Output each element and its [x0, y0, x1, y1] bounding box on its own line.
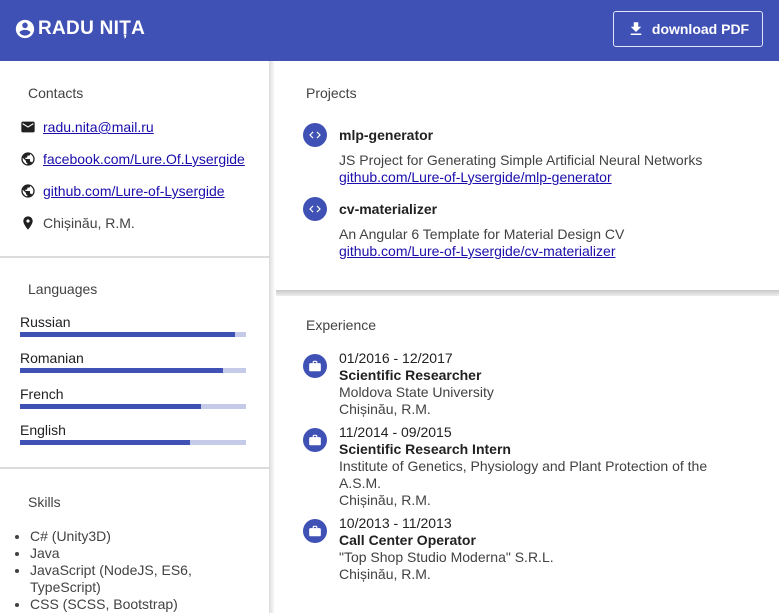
app-header: RADU NIȚA download PDF — [0, 0, 779, 61]
project-title: mlp-generator — [339, 127, 434, 143]
project-description: JS Project for Generating Simple Artific… — [339, 152, 703, 168]
brand: RADU NIȚA — [14, 18, 145, 40]
language-level-fill — [20, 404, 201, 409]
language-level-bar — [20, 404, 246, 409]
experience-org: Institute of Genetics, Physiology and Pl… — [339, 458, 708, 491]
project-title: cv-materializer — [339, 201, 438, 217]
language-item: English — [20, 422, 246, 445]
experience-org: "Top Shop Studio Moderna" S.R.L. — [339, 549, 554, 565]
page-title: RADU NIȚA — [38, 18, 146, 39]
skills-title: Skills — [28, 494, 61, 510]
experience-dates: 11/2014 - 09/2015 — [339, 424, 452, 440]
contact-github: github.com/Lure-of-Lysergide — [20, 183, 225, 199]
skill-item: CSS (SCSS, Bootstrap) — [30, 596, 240, 613]
skill-item: C# (Unity3D) — [30, 528, 240, 545]
briefcase-icon — [303, 428, 327, 452]
experience-dates: 01/2016 - 12/2017 — [339, 350, 453, 366]
divider — [0, 256, 270, 258]
language-name: English — [20, 422, 66, 438]
projects-title: Projects — [306, 85, 357, 101]
experience-item: 11/2014 - 09/2015 Scientific Research In… — [339, 424, 719, 509]
briefcase-icon — [303, 354, 327, 378]
language-item: Russian — [20, 314, 246, 337]
language-name: Romanian — [20, 350, 84, 366]
experience-title: Experience — [306, 317, 377, 333]
contact-email: radu.nita@mail.ru — [20, 119, 154, 135]
experience-role: Scientific Researcher — [339, 367, 482, 383]
github-link[interactable]: github.com/Lure-of-Lysergide — [43, 183, 225, 199]
language-item: French — [20, 386, 246, 409]
facebook-link[interactable]: facebook.com/Lure.Of.Lysergide — [43, 151, 245, 167]
account-circle-icon — [15, 19, 35, 39]
experience-location: Chișinău, R.M. — [339, 566, 431, 582]
contact-location: Chișinău, R.M. — [20, 215, 135, 231]
language-item: Romanian — [20, 350, 246, 373]
skills-list: C# (Unity3D) Java JavaScript (NodeJS, ES… — [30, 528, 240, 613]
code-icon — [303, 123, 327, 147]
download-pdf-button[interactable]: download PDF — [613, 11, 763, 47]
experience-org: Moldova State University — [339, 384, 494, 400]
language-name: French — [20, 386, 64, 402]
languages-title: Languages — [28, 281, 98, 297]
language-name: Russian — [20, 314, 71, 330]
language-level-fill — [20, 368, 224, 373]
language-level-fill — [20, 332, 235, 337]
globe-icon — [21, 184, 35, 198]
experience-role: Scientific Research Intern — [339, 441, 511, 457]
left-column-shadow — [269, 61, 275, 613]
project-link[interactable]: github.com/Lure-of-Lysergide/mlp-generat… — [339, 169, 612, 185]
language-level-fill — [20, 440, 190, 445]
skill-item: Java — [30, 545, 240, 562]
divider — [0, 467, 270, 469]
experience-location: Chișinău, R.M. — [339, 401, 431, 417]
language-level-bar — [20, 368, 246, 373]
download-pdf-label: download PDF — [651, 21, 750, 37]
language-level-bar — [20, 332, 246, 337]
experience-item: 01/2016 - 12/2017 Scientific Researcher … — [339, 350, 719, 418]
code-icon — [303, 197, 327, 221]
location-text: Chișinău, R.M. — [43, 215, 135, 231]
globe-icon — [21, 152, 35, 166]
project-description: An Angular 6 Template for Material Desig… — [339, 226, 625, 242]
experience-role: Call Center Operator — [339, 532, 476, 548]
experience-location: Chișinău, R.M. — [339, 492, 431, 508]
skill-item: JavaScript (NodeJS, ES6, TypeScript) — [30, 562, 240, 596]
briefcase-icon — [303, 519, 327, 543]
contacts-title: Contacts — [28, 85, 84, 101]
experience-dates: 10/2013 - 11/2013 — [339, 515, 452, 531]
project-link[interactable]: github.com/Lure-of-Lysergide/cv-material… — [339, 243, 615, 259]
language-level-bar — [20, 440, 246, 445]
experience-item: 10/2013 - 11/2013 Call Center Operator "… — [339, 515, 719, 583]
email-link[interactable]: radu.nita@mail.ru — [43, 119, 154, 135]
location-pin-icon — [23, 216, 33, 230]
download-icon — [630, 22, 642, 35]
contact-facebook: facebook.com/Lure.Of.Lysergide — [20, 151, 245, 167]
email-icon — [21, 121, 35, 133]
